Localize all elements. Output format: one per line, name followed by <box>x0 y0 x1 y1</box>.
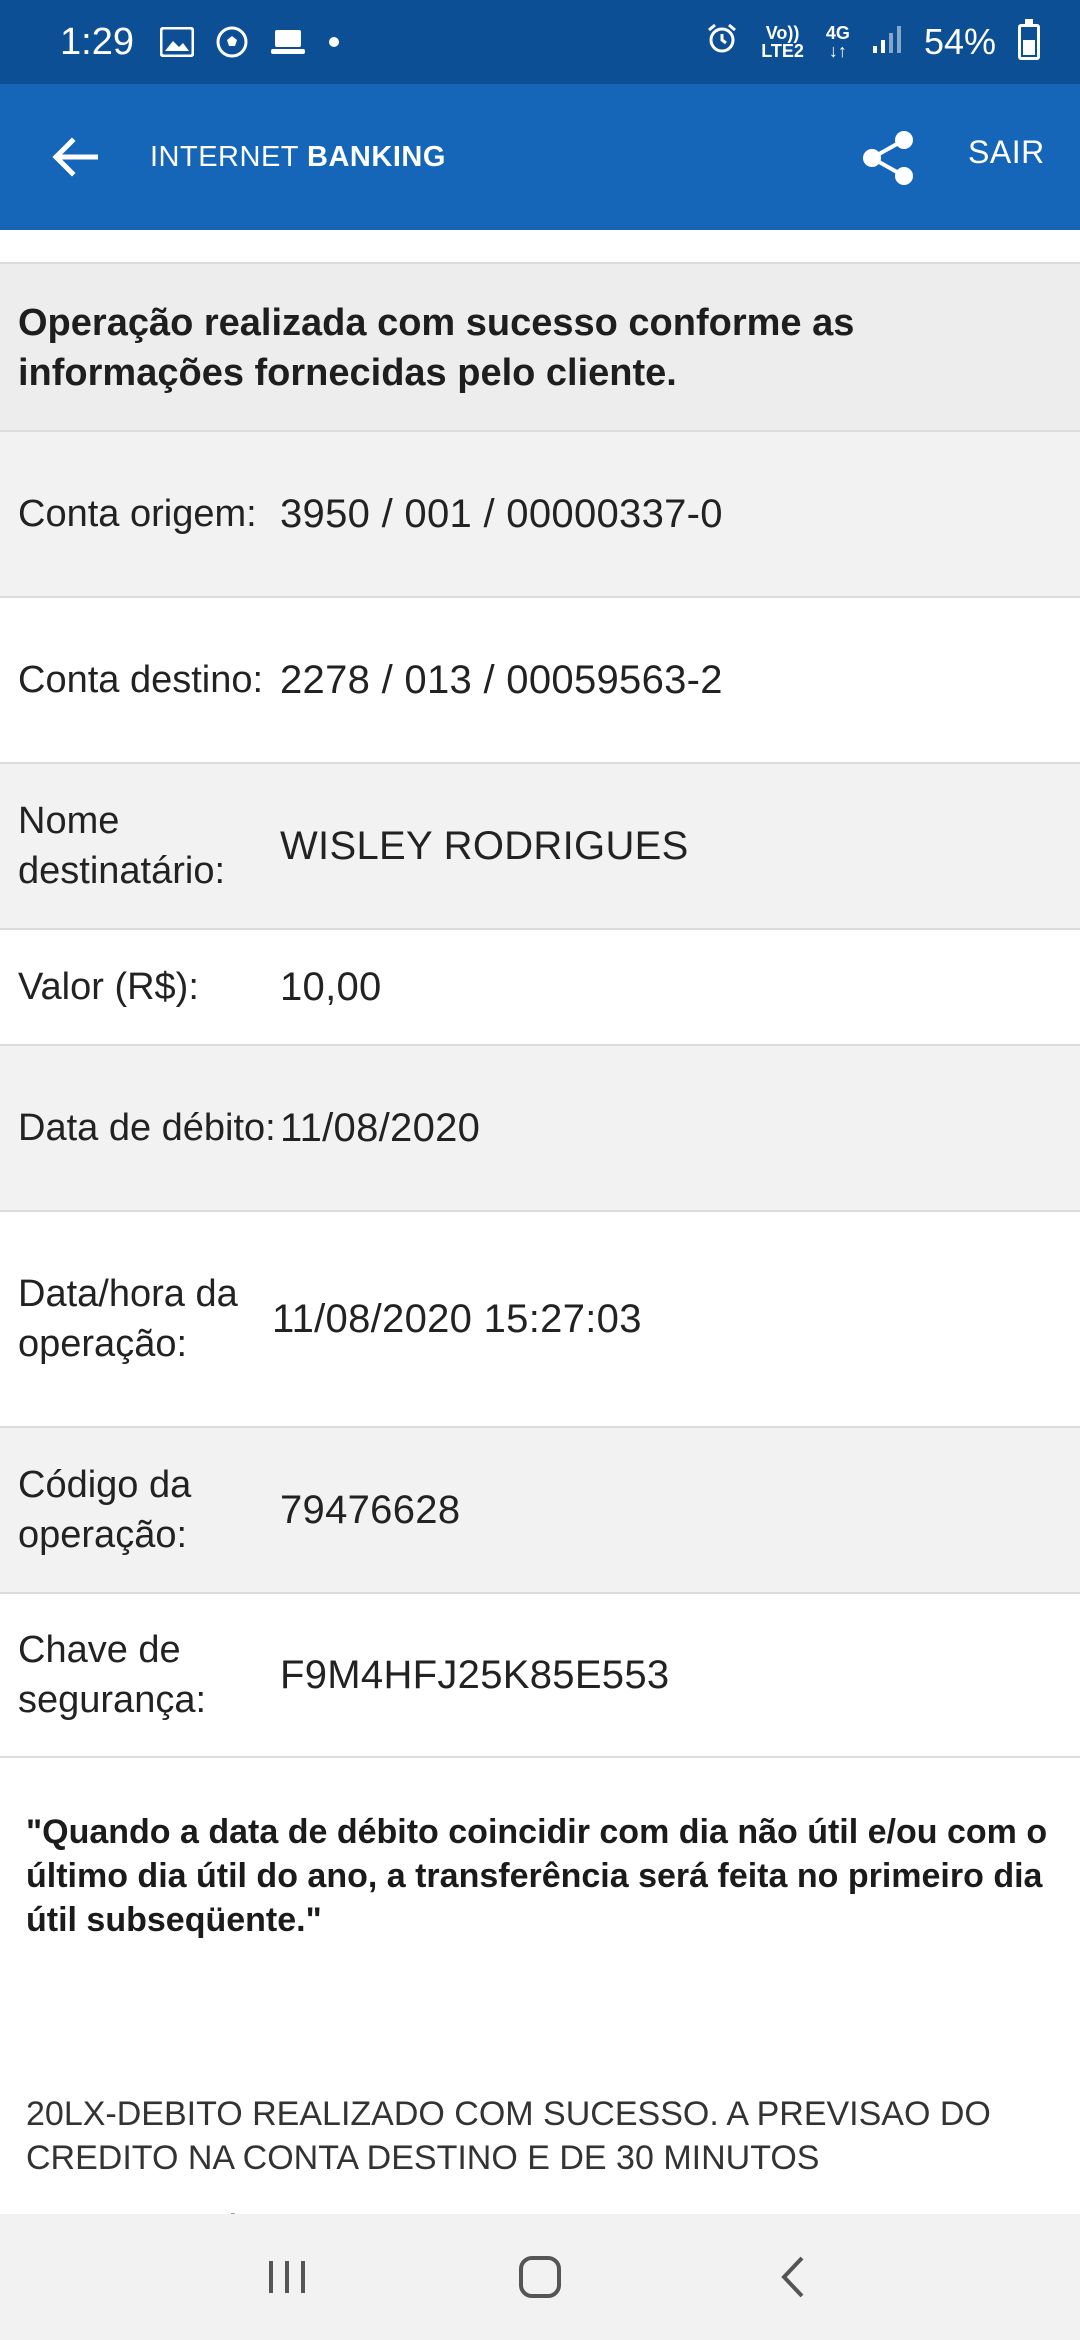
detail-value: 2278 / 013 / 00059563-2 <box>280 657 723 702</box>
status-right-group: Vo)) LTE2 4G ↓↑ 54% <box>705 19 1040 64</box>
detail-label: Chave de segurança: <box>18 1629 207 1721</box>
detail-value: F9M4HFJ25K85E553 <box>280 1652 670 1697</box>
system-nav-bar <box>0 2214 1080 2340</box>
detail-value: 11/08/2020 <box>280 1105 481 1150</box>
app-title-bold: BANKING <box>307 140 446 173</box>
detail-label: Conta destino: <box>18 659 264 701</box>
home-icon <box>518 2256 561 2298</box>
detail-row-data-hora-operacao: Data/hora da operação: 11/08/2020 15:27:… <box>0 1210 1080 1426</box>
detail-row-conta-origem: Conta origem: 3950 / 001 / 00000337-0 <box>0 430 1080 596</box>
detail-value: 3950 / 001 / 00000337-0 <box>280 491 723 536</box>
share-button[interactable] <box>850 120 926 196</box>
alarm-icon <box>705 21 739 64</box>
gallery-icon <box>159 27 194 57</box>
signal-icon <box>872 21 902 63</box>
receipt-content: Operação realizada com sucesso conforme … <box>0 262 1080 2250</box>
detail-row-data-debito: Data de débito: 11/08/2020 <box>0 1044 1080 1210</box>
detail-label: Data de débito: <box>18 1107 276 1149</box>
lte-label: LTE2 <box>761 41 804 61</box>
back-nav-icon <box>781 2256 804 2298</box>
home-button[interactable] <box>500 2237 580 2317</box>
battery-icon <box>1018 19 1040 60</box>
detail-label: Nome destinatário: <box>18 800 226 892</box>
back-button[interactable] <box>0 84 150 230</box>
detail-row-chave-seguranca: Chave de segurança: F9M4HFJ25K85E553 <box>0 1592 1080 1758</box>
detail-label: Data/hora da operação: <box>18 1273 238 1365</box>
detail-row-codigo-operacao: Código da operação: 79476628 <box>0 1426 1080 1592</box>
success-message: Operação realizada com sucesso conforme … <box>0 262 1080 430</box>
detail-label: Valor (R$): <box>18 966 199 1008</box>
detail-value: 10,00 <box>280 964 382 1009</box>
status-time: 1:29 <box>60 20 134 63</box>
laptop-icon <box>270 27 306 57</box>
network-type: 4G ↓↑ <box>825 23 850 61</box>
share-icon <box>863 131 913 185</box>
back-nav-button[interactable] <box>753 2237 833 2317</box>
volte-label: Vo)) <box>765 23 800 43</box>
detail-label: Conta origem: <box>18 493 257 535</box>
app-title-light: INTERNET <box>150 140 299 173</box>
detail-row-nome-destinatario: Nome destinatário: WISLEY RODRIGUES <box>0 762 1080 928</box>
detail-value: 79476628 <box>280 1487 461 1532</box>
network-type-label: 4G <box>825 23 850 43</box>
recent-apps-icon <box>268 2261 305 2293</box>
detail-label: Código da operação: <box>18 1464 192 1556</box>
detail-row-valor: Valor (R$): 10,00 <box>0 928 1080 1044</box>
detail-row-conta-destino: Conta destino: 2278 / 013 / 00059563-2 <box>0 596 1080 762</box>
non-business-day-notice: "Quando a data de débito coincidir com d… <box>26 1813 1048 1939</box>
logout-button[interactable]: SAIR <box>968 134 1045 171</box>
dot-icon <box>328 36 340 48</box>
status-bar: 1:29 Vo)) LTE2 4G ↓↑ 54% <box>0 0 1080 84</box>
battery-percent: 54% <box>923 21 996 62</box>
app-bar: INTERNET BANKING SAIR <box>0 84 1080 230</box>
detail-value: 11/08/2020 15:27:03 <box>272 1296 642 1341</box>
arrow-left-icon <box>52 137 98 177</box>
soccer-ball-icon <box>216 26 248 58</box>
volte-indicator: Vo)) LTE2 <box>761 24 804 60</box>
app-title: INTERNET BANKING <box>150 141 446 174</box>
transfer-info: 20LX-DEBITO REALIZADO COM SUCESSO. A PRE… <box>26 2095 991 2177</box>
recent-apps-button[interactable] <box>247 2237 327 2317</box>
detail-value: WISLEY RODRIGUES <box>280 823 689 868</box>
